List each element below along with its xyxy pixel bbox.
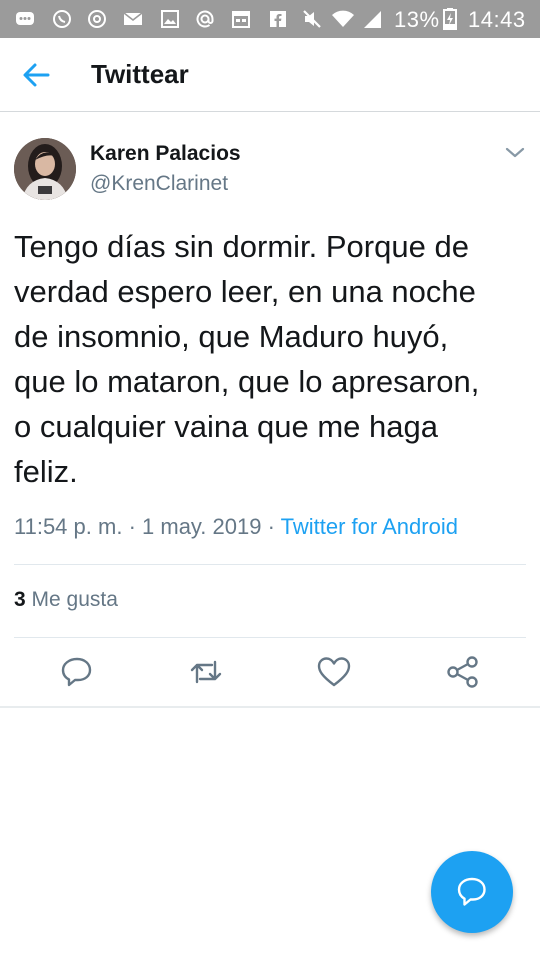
- like-icon: [317, 657, 351, 687]
- whatsapp-icon: [53, 10, 71, 28]
- retweet-icon: [190, 660, 222, 684]
- chevron-down-icon: [505, 147, 525, 158]
- compose-reply-button[interactable]: [431, 851, 513, 933]
- compose-reply-icon: [457, 877, 486, 906]
- tweet-date: 1 may. 2019: [142, 514, 262, 539]
- avatar[interactable]: [14, 138, 76, 200]
- tweet-source-link[interactable]: Twitter for Android: [281, 514, 458, 539]
- app-bar: Twittear: [0, 38, 540, 112]
- author-name[interactable]: Karen Palacios: [90, 142, 241, 166]
- tweet-meta: 11:54 p. m. · 1 may. 2019 · Twitter for …: [14, 514, 458, 540]
- chat-icon: [16, 12, 34, 25]
- author-handle[interactable]: @KrenClarinet: [90, 172, 228, 196]
- wifi-icon: [332, 10, 354, 27]
- facebook-icon: [270, 11, 286, 28]
- mail-icon: [123, 12, 143, 25]
- gallery-icon: [161, 10, 179, 28]
- meta-separator: ·: [267, 514, 275, 539]
- calendar-icon: [232, 11, 250, 28]
- reply-button[interactable]: [59, 654, 95, 690]
- page-title: Twittear: [91, 59, 189, 89]
- share-icon: [447, 656, 478, 688]
- at-icon: [196, 10, 214, 28]
- at-sign-icon: [88, 10, 106, 28]
- retweet-button[interactable]: [188, 654, 224, 690]
- battery-percent: 13%: [394, 7, 440, 32]
- like-button[interactable]: [316, 654, 352, 690]
- tweet-options-button[interactable]: [502, 141, 528, 163]
- likes-summary[interactable]: 3 Me gusta: [14, 588, 118, 612]
- status-bar: 13% 14:43: [0, 0, 540, 38]
- battery-charging-icon: [443, 8, 457, 30]
- avatar-image: [14, 138, 76, 200]
- reply-icon: [61, 657, 92, 687]
- divider: [14, 564, 526, 565]
- likes-label: Me gusta: [31, 588, 118, 611]
- likes-count: 3: [14, 588, 26, 611]
- tweet-time: 11:54 p. m.: [14, 514, 123, 539]
- tweet-text: Tengo días sin dormir. Porque de verdad …: [14, 229, 480, 489]
- meta-separator: ·: [128, 514, 136, 539]
- divider: [14, 637, 526, 638]
- signal-icon: [364, 11, 381, 28]
- clock: 14:43: [468, 7, 526, 32]
- share-button[interactable]: [445, 654, 481, 690]
- mute-icon: [303, 10, 321, 28]
- arrow-left-icon: [23, 63, 50, 87]
- back-button[interactable]: [18, 58, 56, 92]
- divider: [0, 706, 540, 708]
